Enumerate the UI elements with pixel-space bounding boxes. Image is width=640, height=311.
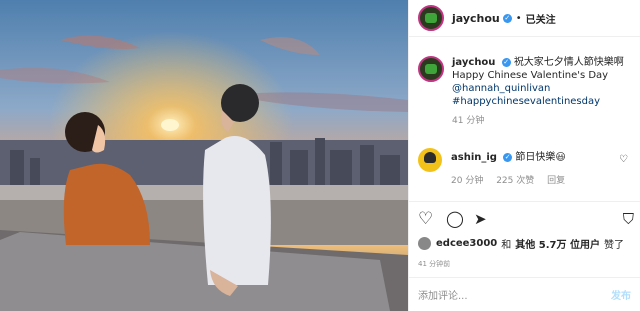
- following-button[interactable]: 已关注: [526, 11, 556, 26]
- heart-icon[interactable]: ♡: [418, 208, 433, 230]
- comment-reply-button[interactable]: 回复: [547, 176, 565, 186]
- comment-icon[interactable]: ◯: [446, 208, 464, 230]
- comment-time: 20 分钟: [451, 176, 484, 186]
- comment-heart-icon[interactable]: ♡: [619, 154, 628, 165]
- comment-username[interactable]: ashin_ig: [451, 152, 497, 163]
- post-photo[interactable]: [0, 0, 408, 311]
- post-comment-button[interactable]: 发布: [611, 287, 631, 302]
- caption-avatar[interactable]: [418, 56, 444, 82]
- sunset-rooftop-photo: [0, 0, 408, 311]
- separator-dot: •: [515, 12, 522, 24]
- comment-likes[interactable]: 225 次赞: [496, 176, 534, 186]
- likes-others[interactable]: 其他 5.7万 位用户: [515, 236, 600, 251]
- comment-avatar[interactable]: [418, 148, 442, 172]
- likes-conj: 和: [501, 240, 512, 251]
- action-bar: ♡ ◯ ➤ ⛉: [418, 208, 634, 232]
- comment-input-bar: 添加评论... 发布: [409, 277, 640, 311]
- header-username[interactable]: jaychou: [452, 12, 500, 25]
- comment-input[interactable]: 添加评论...: [418, 287, 611, 302]
- post-side-panel: jaychou ✓ • 已关注 jaychou ✓ 祝大家七夕情人節快樂啊 Ha…: [408, 0, 640, 311]
- post-timestamp: 41 分钟前: [418, 260, 451, 268]
- comment-item: ashin_ig ✓ 節日快樂😃 20 分钟 225 次赞 回复 ♡: [418, 148, 632, 186]
- likes-summary: edcee3000 和 其他 5.7万 位用户 赞了: [418, 236, 624, 251]
- caption-username[interactable]: jaychou: [452, 57, 495, 68]
- avatar[interactable]: [418, 5, 444, 31]
- likes-suffix: 赞了: [603, 240, 624, 251]
- caption: jaychou ✓ 祝大家七夕情人節快樂啊 Happy Chinese Vale…: [418, 56, 634, 128]
- post-header: jaychou ✓ • 已关注: [409, 0, 640, 37]
- liker-username[interactable]: edcee3000: [436, 238, 497, 249]
- caption-hashtag[interactable]: #happychinesevalentinesday: [452, 95, 624, 108]
- caption-mention[interactable]: @hannah_quinlivan: [452, 82, 624, 95]
- liker-avatar[interactable]: [418, 237, 431, 250]
- share-icon[interactable]: ➤: [474, 208, 487, 230]
- verified-badge-icon: ✓: [501, 57, 511, 67]
- caption-time: 41 分钟: [452, 116, 485, 126]
- caption-text-cn: 祝大家七夕情人節快樂啊: [513, 57, 624, 68]
- bookmark-icon[interactable]: ⛉: [623, 208, 634, 230]
- verified-badge-icon: ✓: [503, 152, 513, 162]
- verified-badge-icon: ✓: [502, 13, 512, 23]
- divider: [409, 201, 640, 202]
- caption-text-en: Happy Chinese Valentine's Day: [452, 70, 609, 81]
- comment-text: 節日快樂😃: [515, 152, 566, 163]
